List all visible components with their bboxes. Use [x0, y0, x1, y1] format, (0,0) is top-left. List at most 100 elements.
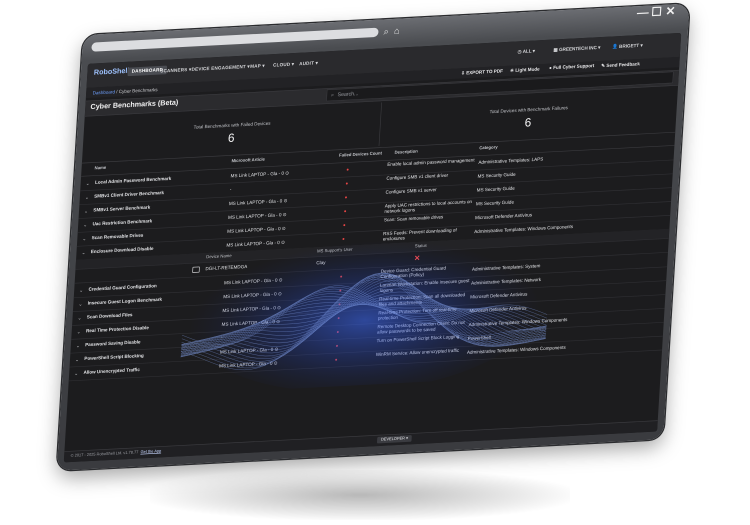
app-screen: RoboShell DASHBOARD SCANNERS ▾ DEVICE EN… [63, 32, 682, 463]
ms-article-link[interactable]: MS Link LAPTOP - Gla - 0 ⊙ [223, 291, 282, 300]
benchmark-category: Administrative Templates: Windows Compon… [466, 345, 566, 356]
ms-article-link[interactable]: - [230, 187, 232, 192]
benchmark-name[interactable]: Scan Download Files [87, 313, 133, 320]
address-bar[interactable] [91, 27, 379, 52]
benchmark-category: Administrative Templates: Windows Compon… [474, 224, 574, 235]
failed-count-indicator [344, 210, 347, 213]
nav-audit[interactable]: AUDIT ▾ [299, 60, 318, 67]
footer-copyright: © 2017 - 2025 RoboShell Ltd. v1.78.77 Ge… [70, 449, 162, 459]
benchmark-name[interactable]: SMBv1 Server Benchmark [93, 205, 150, 213]
maximize-icon[interactable]: ☐ [651, 5, 662, 19]
monitor-icon [192, 266, 200, 273]
failed-count-indicator [339, 289, 342, 292]
benchmark-category: Microsoft Defender Antivirus [474, 213, 533, 221]
scope-selector[interactable]: ◷ ALL ▾ [517, 48, 535, 55]
column-description[interactable]: Description [394, 149, 418, 155]
chevron-down-icon[interactable]: ⌄ [76, 343, 80, 349]
benchmark-description: Configure SMB v1 server [385, 187, 437, 196]
column-article[interactable]: Microsoft Article [231, 157, 265, 163]
fail-status-icon: ✕ [413, 254, 421, 263]
nav-scanners[interactable]: SCANNERS ▾ [160, 67, 191, 74]
ms-article-link[interactable]: MS Link LAPTOP - Gla - 0 ⊙ [221, 319, 280, 328]
chevron-down-icon[interactable]: ⌄ [79, 288, 83, 293]
chevron-down-icon[interactable]: ⌄ [82, 250, 86, 256]
benchmark-name[interactable]: SMBv1 Client Driver Benchmark [94, 191, 164, 199]
chevron-down-icon[interactable]: ⌄ [74, 371, 78, 377]
column-failed-count[interactable]: Failed Devices Count [339, 151, 382, 158]
benchmark-name[interactable]: Scan Removable Drives [92, 233, 144, 240]
failed-count-indicator [342, 237, 345, 241]
chevron-down-icon[interactable]: ⌄ [86, 181, 90, 186]
search-icon: ⌕ [330, 91, 335, 98]
app-footer: © 2017 - 2025 RoboShell Ltd. v1.78.77 Ge… [63, 420, 658, 463]
failed-count-indicator [337, 317, 340, 320]
chevron-down-icon[interactable]: ⌄ [84, 209, 88, 214]
ms-article-link[interactable]: MS Link LAPTOP - Gla - 0 ⊙ [230, 170, 289, 179]
column-name[interactable]: Name [94, 165, 106, 170]
benchmark-category: MS Security Guide [476, 186, 515, 193]
ms-article-link[interactable]: MS Link LAPTOP - Gla - 0 ⊙ [227, 226, 286, 235]
failed-count-indicator [338, 303, 341, 306]
minimize-icon[interactable]: — [637, 6, 650, 20]
ms-article-link[interactable]: - [221, 336, 223, 341]
chevron-down-icon[interactable]: ⌄ [75, 357, 79, 363]
org-selector[interactable]: ▦ GREENTECH INC ▾ [553, 45, 600, 53]
chevron-down-icon[interactable]: ⌄ [78, 315, 82, 321]
benchmark-category: Administrative Templates: System [471, 263, 541, 273]
failed-count-indicator [346, 168, 349, 171]
benchmark-category: MS Security Guide [477, 172, 516, 180]
ms-article-link[interactable]: MS Link LAPTOP - Gla - 0 ⊙ [219, 361, 278, 369]
benchmark-name[interactable]: Insecure Guest Logon Benchmark [88, 297, 163, 305]
failed-count-indicator [335, 344, 339, 347]
benchmark-name[interactable]: Credential Guard Configuration [88, 284, 156, 292]
search-placeholder: Search... [337, 90, 359, 98]
benchmark-category: Microsoft Defender Antivirus [470, 292, 528, 300]
ms-article-link[interactable]: MS Link LAPTOP - Gla - 0 ⊙ [229, 198, 288, 207]
column-support-user: MS Support's User [316, 247, 353, 254]
chevron-down-icon[interactable]: ⌄ [77, 329, 81, 335]
benchmark-name[interactable]: Local Admin Password Benchmark [95, 177, 171, 186]
get-app-link[interactable]: Get the App [140, 449, 161, 454]
benchmark-name[interactable]: Uac Restriction Benchmark [92, 219, 152, 227]
chevron-down-icon[interactable]: ⌄ [82, 236, 86, 242]
ms-article-link[interactable]: MS Link LAPTOP - Gla - 0 ⊙ [228, 212, 287, 221]
benchmark-category: Administrative Templates: LAPS [478, 157, 544, 166]
benchmark-name[interactable]: Allow Unencrypted Traffic [83, 368, 140, 376]
ms-article-link[interactable]: MS Link LAPTOP - Gla - 0 ⊙ [222, 305, 281, 314]
nav-device-engagement[interactable]: DEVICE ENGAGEMENT ▾ [191, 64, 250, 73]
benchmark-category: Microsoft Defender Antivirus [469, 306, 527, 314]
chevron-down-icon[interactable]: ⌄ [85, 195, 89, 200]
benchmark-description: Enable local admin password management [387, 158, 475, 168]
chevron-down-icon[interactable]: ⌄ [83, 222, 87, 228]
chevron-down-icon[interactable]: ⌄ [78, 302, 82, 307]
benchmark-description: Scan: Scan removable drives [383, 215, 444, 223]
column-device-name: Device Name [206, 253, 232, 260]
home-icon[interactable]: ⌂ [394, 24, 400, 37]
benchmark-category: MS Security Guide [475, 200, 515, 207]
device-name[interactable]: DGI-LT-RETEMDGA [205, 265, 247, 272]
benchmark-name[interactable]: Password Saving Disable [85, 340, 141, 348]
app-logo[interactable]: RoboShell [94, 67, 130, 77]
device-user: Clay [316, 260, 326, 266]
nav-map[interactable]: MAP ▾ [250, 63, 265, 69]
user-menu[interactable]: 👤 BRIGETT ▾ [612, 43, 643, 49]
column-category[interactable]: Category [479, 145, 498, 151]
benchmark-name[interactable]: PowerShell Script Blocking [84, 354, 144, 362]
column-status: Status [414, 243, 427, 249]
ms-article-link[interactable]: MS Link LAPTOP - Gla - 0 ⊙ [226, 240, 285, 248]
failed-count-indicator [340, 275, 343, 278]
search-icon[interactable]: ⌕ [383, 24, 389, 37]
developer-menu-button[interactable]: DEVELOPER ▾ [376, 435, 413, 444]
close-icon[interactable]: ✕ [665, 4, 676, 18]
tablet-frame: ⌕ ⌂ — ☐ ✕ RoboShell DASHBOARD SCANNERS ▾… [56, 3, 690, 471]
failed-count-indicator [343, 224, 346, 227]
benchmark-description: WinRM Service: Allow unencrypted traffic [375, 348, 460, 358]
benchmark-category: Administrative Templates: Network [470, 277, 542, 286]
nav-cloud[interactable]: CLOUD ▾ [273, 62, 294, 68]
device-shadow [150, 470, 570, 520]
failed-count-indicator [344, 196, 348, 199]
benchmark-name[interactable]: Enclosure Download Disable [91, 247, 154, 255]
benchmark-name[interactable]: Real Time Protection Disable [86, 326, 149, 334]
ms-article-link[interactable]: MS Link LAPTOP - Gla - 0 ⊙ [224, 277, 283, 286]
ms-article-link[interactable]: MS Link LAPTOP - Gla - 0 ⊙ [220, 347, 279, 355]
